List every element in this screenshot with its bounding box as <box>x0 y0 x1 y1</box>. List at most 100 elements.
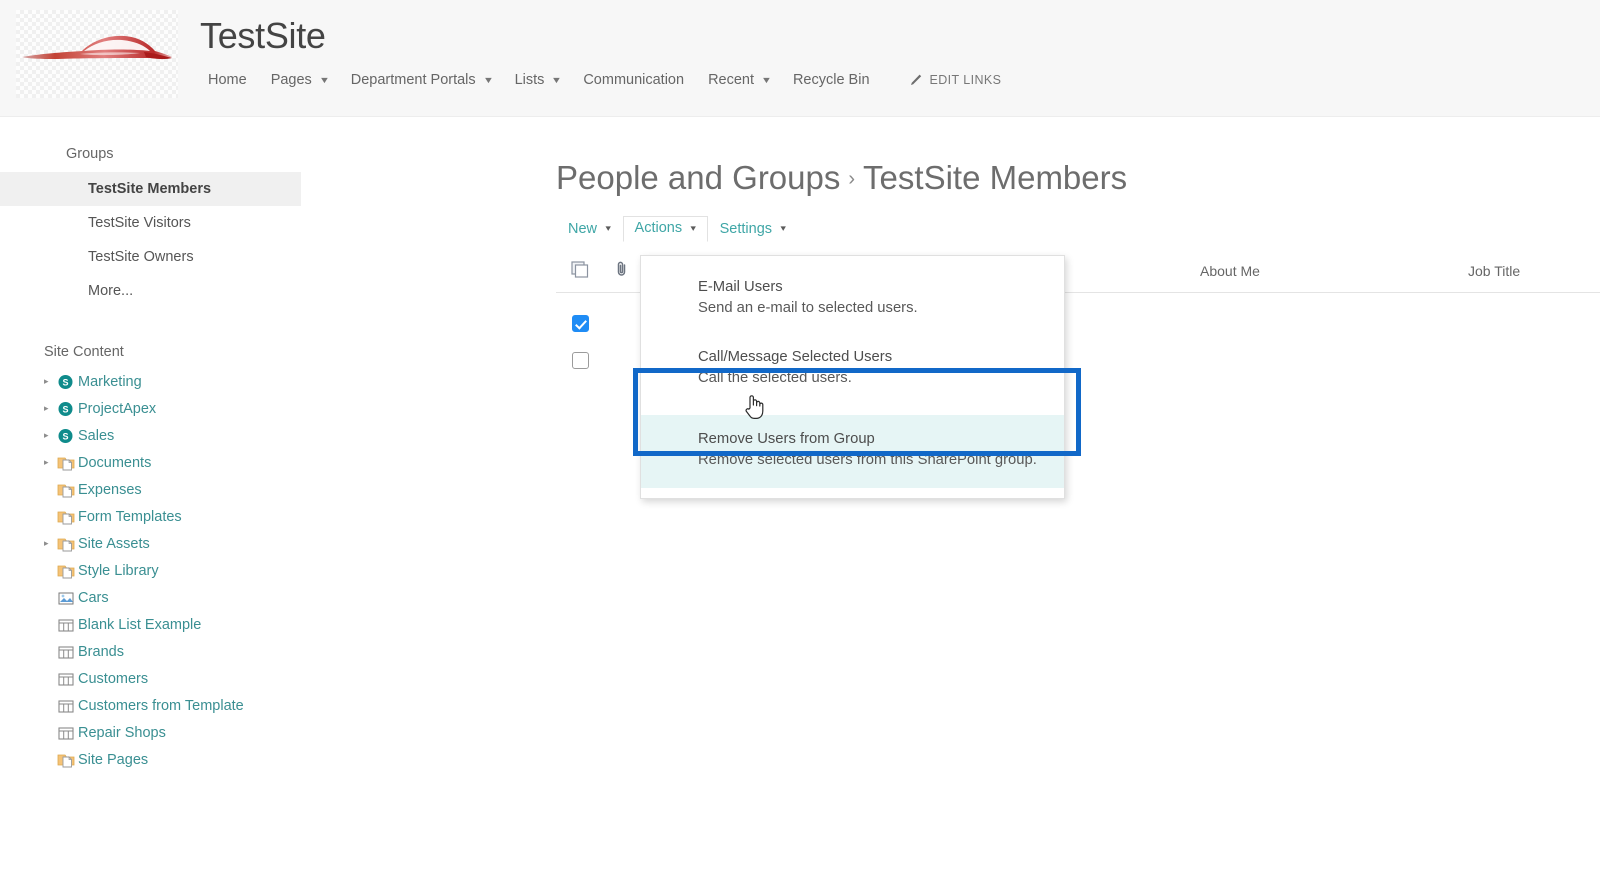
breadcrumb-root[interactable]: People and Groups <box>556 159 840 196</box>
attachment-column-header[interactable] <box>604 260 640 283</box>
nav-item-recycle-bin-label: Recycle Bin <box>792 72 870 88</box>
tree-item-customers[interactable]: ▸ Customers <box>0 665 520 692</box>
tree-item-sales[interactable]: ▸ S Sales <box>0 422 520 449</box>
tree-item-site-pages-label: Site Pages <box>78 751 149 768</box>
nav-item-lists[interactable]: Lists ▼ <box>503 70 572 90</box>
site-header: TestSite Home Pages ▼ Department Portals… <box>0 0 1600 117</box>
tree-item-site-assets-label: Site Assets <box>78 535 150 552</box>
actions-dropdown-menu: E-Mail Users Send an e-mail to selected … <box>640 255 1065 499</box>
actions-menu-button[interactable]: Actions ▾ <box>622 216 708 243</box>
tree-item-form-templates-label: Form Templates <box>78 508 182 525</box>
menu-item-call-message-users-desc: Call the selected users. <box>698 370 852 387</box>
nav-item-department-portals[interactable]: Department Portals ▼ <box>339 70 503 90</box>
site-logo[interactable] <box>16 10 178 98</box>
sidebar-item-testsite-visitors[interactable]: TestSite Visitors <box>0 206 520 240</box>
sidebar-item-testsite-members-label: TestSite Members <box>88 181 212 197</box>
menu-item-remove-users-from-group-title: Remove Users from Group <box>698 430 875 447</box>
edit-links-button[interactable]: EDIT LINKS <box>908 73 1002 88</box>
document-library-icon <box>57 751 77 769</box>
tree-item-form-templates[interactable]: ▸ Form Templates <box>0 503 520 530</box>
expand-arrow-icon[interactable]: ▸ <box>44 538 57 549</box>
left-navigation: Groups TestSite Members TestSite Visitor… <box>0 140 520 773</box>
svg-text:S: S <box>62 377 68 387</box>
tree-item-documents[interactable]: ▸ Documents <box>0 449 520 476</box>
groups-list: TestSite Members TestSite Visitors TestS… <box>0 172 520 308</box>
nav-item-home-label: Home <box>208 72 247 88</box>
chevron-down-icon: ▾ <box>780 223 787 234</box>
paperclip-icon <box>615 260 629 283</box>
tree-item-style-library-label: Style Library <box>78 562 159 579</box>
tree-item-site-pages[interactable]: ▸ Site Pages <box>0 746 520 773</box>
nav-item-department-portals-label: Department Portals <box>350 72 476 88</box>
nav-item-home[interactable]: Home <box>196 70 259 90</box>
chevron-down-icon[interactable]: ▼ <box>761 75 772 85</box>
sidebar-item-testsite-owners[interactable]: TestSite Owners <box>0 240 520 274</box>
chevron-down-icon[interactable]: ▼ <box>319 75 330 85</box>
sharepoint-site-icon: S <box>57 400 77 418</box>
edit-links-label: EDIT LINKS <box>929 73 1002 87</box>
tree-item-brands-label: Brands <box>78 643 124 660</box>
row-select-cell[interactable] <box>556 315 604 333</box>
chevron-down-icon: ▾ <box>690 222 697 233</box>
select-all-cell[interactable] <box>556 259 604 284</box>
sidebar-item-more[interactable]: More... <box>0 274 520 308</box>
tree-item-projectapex[interactable]: ▸ S ProjectApex <box>0 395 520 422</box>
row-select-cell[interactable] <box>556 352 604 370</box>
tree-item-cars-label: Cars <box>78 589 109 606</box>
about-me-column-header[interactable]: About Me <box>1200 263 1468 279</box>
chevron-down-icon[interactable]: ▼ <box>551 75 562 85</box>
nav-item-communication[interactable]: Communication <box>571 70 696 90</box>
nav-item-pages-label: Pages <box>270 72 312 88</box>
menu-item-email-users-title: E-Mail Users <box>698 279 783 295</box>
tree-item-projectapex-label: ProjectApex <box>78 400 157 417</box>
nav-item-pages[interactable]: Pages ▼ <box>259 70 339 90</box>
nav-item-lists-label: Lists <box>514 72 545 88</box>
groups-heading: Groups <box>66 146 114 162</box>
tree-item-expenses-label: Expenses <box>78 481 142 498</box>
tree-item-marketing[interactable]: ▸ S Marketing <box>0 368 520 395</box>
tree-item-blank-list-example[interactable]: ▸ Blank List Example <box>0 611 520 638</box>
expand-arrow-icon[interactable]: ▸ <box>44 376 57 387</box>
sidebar-item-more-label: More... <box>88 283 134 299</box>
row-checkbox[interactable] <box>571 352 589 370</box>
chevron-down-icon[interactable]: ▼ <box>483 75 494 85</box>
sharepoint-site-icon: S <box>57 427 77 445</box>
expand-arrow-icon[interactable]: ▸ <box>44 457 57 468</box>
list-icon <box>57 724 77 742</box>
tree-item-site-assets[interactable]: ▸ Site Assets <box>0 530 520 557</box>
picture-library-icon <box>57 589 77 607</box>
document-library-icon <box>57 508 77 526</box>
chevron-down-icon: ▾ <box>605 223 611 234</box>
menu-item-call-message-users[interactable]: Call/Message Selected Users Call the sel… <box>641 340 1064 397</box>
expand-arrow-icon[interactable]: ▸ <box>44 430 57 441</box>
tree-item-marketing-label: Marketing <box>78 373 142 390</box>
tree-item-customers-from-template[interactable]: ▸ Customers from Template <box>0 692 520 719</box>
menu-item-email-users-desc: Send an e-mail to selected users. <box>698 300 918 317</box>
nav-item-recycle-bin[interactable]: Recycle Bin <box>781 70 882 90</box>
list-icon <box>57 697 77 715</box>
select-all-documents-icon[interactable] <box>569 259 591 284</box>
document-library-icon <box>57 454 77 472</box>
svg-text:S: S <box>62 431 68 441</box>
expand-arrow-icon[interactable]: ▸ <box>44 403 57 414</box>
nav-item-recent[interactable]: Recent ▼ <box>696 70 781 90</box>
list-icon <box>57 670 77 688</box>
menu-item-remove-users-from-group[interactable]: Remove Users from Group Remove selected … <box>641 414 1064 488</box>
nav-item-recent-label: Recent <box>708 72 755 88</box>
document-library-icon <box>57 562 77 580</box>
job-title-column-header[interactable]: Job Title <box>1468 263 1600 279</box>
site-title[interactable]: TestSite <box>200 18 326 54</box>
tree-item-brands[interactable]: ▸ Brands <box>0 638 520 665</box>
tree-item-cars[interactable]: ▸ Cars <box>0 584 520 611</box>
site-content-tree: ▸ S Marketing ▸ S ProjectApex ▸ S Sales … <box>0 368 520 773</box>
new-menu-button[interactable]: New ▾ <box>556 217 623 242</box>
tree-item-style-library[interactable]: ▸ Style Library <box>0 557 520 584</box>
tree-item-expenses[interactable]: ▸ Expenses <box>0 476 520 503</box>
sidebar-item-testsite-members[interactable]: TestSite Members <box>0 172 301 206</box>
new-menu-label: New <box>568 220 598 237</box>
row-checkbox[interactable] <box>571 315 589 333</box>
tree-item-blank-list-example-label: Blank List Example <box>78 616 202 633</box>
settings-menu-button[interactable]: Settings ▾ <box>708 217 798 242</box>
menu-item-email-users[interactable]: E-Mail Users Send an e-mail to selected … <box>641 270 1064 327</box>
tree-item-repair-shops[interactable]: ▸ Repair Shops <box>0 719 520 746</box>
